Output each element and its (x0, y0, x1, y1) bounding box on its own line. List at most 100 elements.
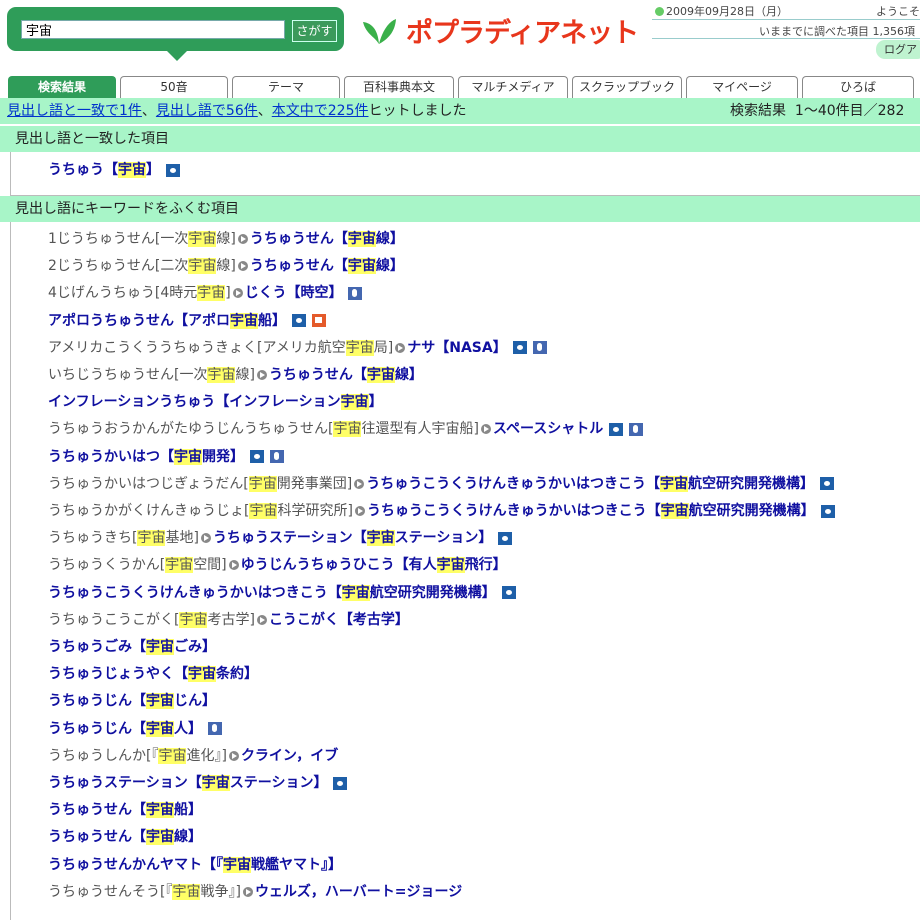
reading-part: うちゅうくうかん[ (48, 557, 166, 574)
reading-part: うちゅうかがくけんきゅうじょ[ (48, 503, 250, 519)
see-arrow-icon (354, 506, 365, 516)
logout-button[interactable]: ログア (876, 40, 920, 59)
entry-link[interactable]: インフレーションうちゅう【インフレーション宇宙】 (48, 389, 383, 415)
tab-50on[interactable]: 50音 (120, 76, 228, 98)
audio-icon[interactable] (348, 286, 363, 300)
entry-link[interactable]: うちゅうじん【宇宙人】 (48, 716, 202, 742)
see-arrow-icon (256, 370, 267, 380)
tab-encyclopedia[interactable]: 百科事典本文 (344, 76, 454, 98)
tab-mypage[interactable]: マイページ (686, 76, 798, 98)
audio-icon[interactable] (629, 422, 644, 436)
audio-icon[interactable] (270, 450, 284, 464)
entry-link[interactable]: うちゅうステーション【宇宙ステーション】 (48, 770, 327, 796)
entry-link[interactable]: うちゅうステーション【宇宙ステーション】 (213, 525, 492, 551)
entry-link[interactable]: うちゅうじょうやく【宇宙条約】 (48, 661, 258, 687)
entry-link[interactable]: ウェルズ，ハーバート=ジョージ (255, 879, 462, 905)
entry-link[interactable]: うちゅうせん【宇宙線】 (250, 226, 404, 252)
result-row: うちゅうかいはつじぎょうだん[宇宙開発事業団] うちゅうこうくうけんきゅうかいはつ… (48, 471, 834, 497)
entry-link[interactable]: うちゅうせん【宇宙線】 (250, 253, 404, 279)
result-row: うちゅうステーション【宇宙ステーション】 (48, 770, 348, 796)
result-row: うちゅうじん【宇宙じん】 (48, 688, 216, 714)
audio-icon[interactable] (208, 722, 222, 736)
entry-link[interactable]: うちゅうじん【宇宙じん】 (48, 688, 216, 714)
reading-part: 進化』] (186, 747, 227, 764)
link-text: うちゅうせん【 (249, 231, 348, 247)
see-arrow-icon (242, 886, 253, 897)
body-match-link[interactable]: 本文中で225件 (272, 103, 369, 119)
reading-part: アメリカこうくううちゅうきょく[アメリカ航空 (48, 339, 346, 356)
link-text: 線】 (375, 231, 404, 247)
search-button[interactable]: さがす (292, 20, 337, 42)
camera-icon[interactable] (333, 776, 348, 790)
camera-icon[interactable] (819, 477, 834, 491)
divider (652, 19, 920, 20)
keyword-highlight: 宇宙 (341, 584, 370, 601)
video-icon[interactable] (312, 314, 326, 328)
link-text: うちゅうせんかんヤマト【『 (48, 856, 223, 873)
link-text: 】 (146, 162, 160, 178)
reading-text: いちじうちゅうせん[一次宇宙線] (48, 362, 255, 388)
result-row: うちゅうおうかんがたゆうじんうちゅうせん[宇宙往還型有人宇宙船] スペースシャトル (48, 416, 644, 442)
entry-link[interactable]: クライン，イブ (241, 743, 338, 769)
result-row: うちゅうせんそう[『宇宙戦争』] ウェルズ，ハーバート=ジョージ (48, 879, 462, 905)
entry-link[interactable]: うちゅうこうくうけんきゅうかいはつきこう【宇宙航空研究開発機構】 (48, 580, 496, 606)
heading-match-link[interactable]: 見出し語で56件 (156, 103, 258, 119)
divider (652, 38, 920, 39)
camera-icon[interactable] (292, 314, 306, 328)
entry-link[interactable]: ゆうじんうちゅうひこう【有人宇宙飛行】 (241, 552, 507, 578)
reading-part: 往還型有人宇宙船] (361, 421, 479, 438)
keyword-highlight: 宇宙 (188, 231, 217, 247)
keyword-highlight: 宇宙 (146, 720, 174, 737)
see-arrow-icon (237, 261, 248, 272)
exact-match-header: 見出し語と一致した項目 (0, 126, 920, 152)
reading-text: 2じうちゅうせん[二次宇宙線] (48, 253, 236, 279)
entry-link[interactable]: こうこがく【考古学】 (269, 607, 409, 633)
keyword-highlight: 宇宙 (347, 231, 376, 247)
reading-text: アメリカこうくううちゅうきょく[アメリカ航空宇宙局] (48, 335, 393, 361)
audio-icon[interactable] (532, 341, 547, 355)
entry-link[interactable]: うちゅうかいはつ【宇宙開発】 (48, 444, 244, 470)
tab-search-results[interactable]: 検索結果 (8, 76, 116, 98)
entry-link[interactable]: うちゅうこうくうけんきゅうかいはつきこう【宇宙航空研究開発機構】 (367, 498, 815, 524)
exact-match-link[interactable]: 見出し語と一致で1件 (7, 103, 142, 119)
camera-icon[interactable] (501, 586, 516, 600)
entry-link[interactable]: ナサ【NASA】 (407, 335, 506, 361)
reading-text: うちゅうおうかんがたゆうじんうちゅうせん[宇宙往還型有人宇宙船] (48, 416, 479, 442)
result-row: 4じげんうちゅう[4時元宇宙] じくう【時空】 (48, 280, 363, 306)
tab-scrapbook[interactable]: スクラップブック (572, 76, 682, 98)
entry-link[interactable]: うちゅうせん【宇宙線】 (269, 362, 423, 388)
reading-part: うちゅうこうこがく[ (48, 611, 180, 628)
camera-icon[interactable] (498, 531, 513, 545)
tab-multimedia[interactable]: マルチメディア (458, 76, 568, 98)
camera-icon[interactable] (250, 450, 264, 464)
search-input[interactable] (21, 20, 285, 39)
entry-link[interactable]: うちゅうせん【宇宙船】 (48, 797, 202, 823)
tab-hiroba[interactable]: ひろば (802, 76, 914, 98)
camera-icon[interactable] (820, 504, 835, 518)
keyword-highlight: 宇宙 (659, 475, 688, 492)
camera-icon[interactable] (609, 422, 624, 436)
reading-part: 空間] (193, 557, 227, 574)
result-row: うちゅうこうくうけんきゅうかいはつきこう【宇宙航空研究開発機構】 (48, 580, 516, 606)
reading-part: 開発事業団] (276, 475, 353, 492)
entry-link[interactable]: アポロうちゅうせん【アポロ宇宙船】 (48, 308, 286, 334)
keyword-highlight: 宇宙 (660, 503, 689, 519)
result-range: 検索結果 1〜40件目／282 (730, 103, 905, 119)
camera-icon[interactable] (512, 341, 527, 355)
reading-part: 線] (235, 367, 255, 383)
entry-link[interactable]: うちゅうせんかんヤマト【『宇宙戦艦ヤマト』】 (48, 852, 342, 878)
camera-icon[interactable] (166, 163, 180, 177)
reading-text: うちゅうせんそう[『宇宙戦争』] (48, 879, 241, 905)
tab-theme[interactable]: テーマ (232, 76, 340, 98)
entry-link[interactable]: うちゅう【宇宙】 (48, 157, 160, 183)
link-text: 航空研究開発機構】 (687, 475, 814, 492)
reading-part: ] (225, 285, 231, 302)
entry-link[interactable]: じくう【時空】 (245, 280, 343, 306)
site-logo[interactable]: ポプラディアネット (360, 10, 639, 50)
entry-link[interactable]: うちゅうこうくうけんきゅうかいはつきこう【宇宙航空研究開発機構】 (366, 471, 814, 497)
entry-link[interactable]: うちゅうせん【宇宙線】 (48, 824, 202, 850)
entry-link[interactable]: うちゅうごみ【宇宙ごみ】 (48, 634, 216, 660)
link-text: ウェルズ，ハーバート=ジョージ (254, 883, 463, 900)
keyword-highlight: 宇宙 (347, 258, 376, 275)
entry-link[interactable]: スペースシャトル (493, 416, 603, 442)
